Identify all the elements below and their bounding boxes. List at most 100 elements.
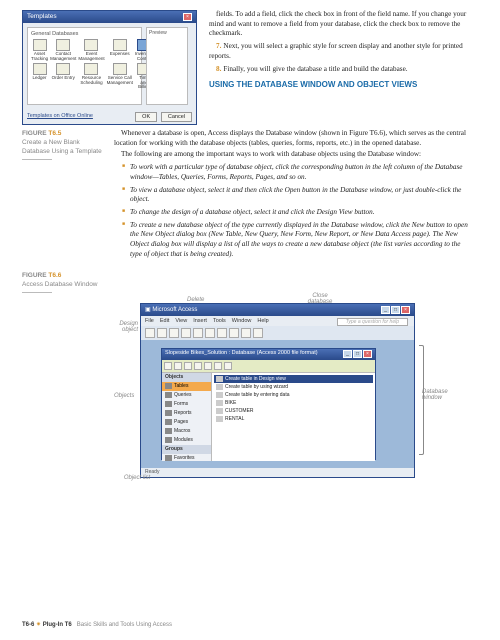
db-toolbar: [162, 360, 375, 373]
module-icon: [165, 437, 172, 443]
page-icon: [165, 419, 172, 425]
db-titlebar: Slopeside Bikes_Solution : Database (Acc…: [162, 349, 375, 360]
toolbar-icon[interactable]: [145, 328, 155, 338]
design-icon[interactable]: [174, 362, 182, 370]
callout-db-window: Database window: [422, 389, 462, 401]
groups-header: Groups: [162, 445, 211, 454]
objects-header: Objects: [162, 373, 211, 382]
minimize-icon[interactable]: _: [381, 306, 390, 314]
list-item[interactable]: CUSTOMER: [214, 407, 373, 415]
ok-button[interactable]: OK: [135, 112, 157, 122]
templates-title-text: Templates: [27, 13, 57, 21]
callout-objects: Objects: [114, 393, 134, 399]
access-app-window: ▣ Microsoft Access _ □ × File Edit View …: [140, 303, 415, 478]
close-icon[interactable]: ×: [401, 306, 410, 314]
toolbar-icon[interactable]: [217, 328, 227, 338]
group-favorites[interactable]: Favorites: [162, 454, 211, 463]
menu-item[interactable]: View: [175, 318, 187, 324]
template-item[interactable]: Contact Management: [50, 39, 76, 61]
list-item[interactable]: Create table by using wizard: [214, 383, 373, 391]
toolbar: [141, 326, 414, 340]
view-icon[interactable]: [204, 362, 212, 370]
access-icon: ▣: [145, 307, 151, 313]
templates-titlebar: Templates ×: [23, 11, 196, 23]
window-buttons: ×: [183, 13, 192, 21]
toolbar-icon[interactable]: [253, 328, 263, 338]
template-item[interactable]: Service Call Management: [107, 63, 133, 90]
list-item[interactable]: BIKE: [214, 399, 373, 407]
star-icon: ✷: [36, 622, 43, 628]
wizard-icon: [216, 384, 223, 390]
toolbar-icon[interactable]: [241, 328, 251, 338]
cancel-button[interactable]: Cancel: [161, 112, 192, 122]
help-search-input[interactable]: Type a question for help: [337, 318, 408, 326]
toolbar-icon[interactable]: [205, 328, 215, 338]
templates-icon-grid: Asset Tracking Contact Management Event …: [31, 39, 138, 90]
menu-item[interactable]: Tools: [213, 318, 226, 324]
figure-label-t66: FIGURE T6.6 Access Database Window: [22, 271, 102, 293]
template-item[interactable]: Ledger: [31, 63, 48, 90]
template-item[interactable]: Order Entry: [50, 63, 76, 90]
brace-icon: [419, 345, 424, 455]
menu-item[interactable]: Window: [232, 318, 252, 324]
database-window: Slopeside Bikes_Solution : Database (Acc…: [161, 348, 376, 460]
template-item[interactable]: Asset Tracking: [31, 39, 48, 61]
toolbar-icon[interactable]: [181, 328, 191, 338]
list-item[interactable]: Create table by entering data: [214, 391, 373, 399]
close-icon[interactable]: ×: [363, 350, 372, 358]
templates-tabs[interactable]: General Databases: [31, 31, 138, 37]
callout-close-db: Close database: [300, 293, 340, 305]
object-tab-macros[interactable]: Macros: [162, 427, 211, 436]
section-heading: USING THE DATABASE WINDOW AND OBJECT VIE…: [209, 80, 470, 90]
macro-icon: [165, 428, 172, 434]
object-tab-reports[interactable]: Reports: [162, 409, 211, 418]
paragraph: Whenever a database is open, Access disp…: [114, 129, 470, 148]
view-icon[interactable]: [214, 362, 222, 370]
body-text-right: fields. To add a field, click the check …: [209, 10, 470, 125]
maximize-icon[interactable]: □: [391, 306, 400, 314]
list-item[interactable]: Create table in Design view: [214, 375, 373, 383]
query-icon: [165, 392, 172, 398]
objects-panel: Objects Tables Queries Forms Reports Pag…: [162, 373, 212, 461]
close-icon[interactable]: ×: [183, 13, 192, 21]
object-tab-pages[interactable]: Pages: [162, 418, 211, 427]
menu-item[interactable]: Insert: [193, 318, 207, 324]
minimize-icon[interactable]: _: [343, 350, 352, 358]
delete-icon[interactable]: [194, 362, 202, 370]
toolbar-icon[interactable]: [169, 328, 179, 338]
object-tab-tables[interactable]: Tables: [162, 382, 211, 391]
toolbar-icon[interactable]: [193, 328, 203, 338]
table-icon: [216, 408, 223, 414]
toolbar-icon[interactable]: [157, 328, 167, 338]
menu-item[interactable]: Help: [257, 318, 268, 324]
bullet-item: To view a database object, select it and…: [122, 186, 470, 205]
preview-label: Preview: [149, 30, 167, 36]
toolbar-icon[interactable]: [229, 328, 239, 338]
preview-pane: Preview: [146, 27, 188, 105]
menu-bar: File Edit View Insert Tools Window Help …: [141, 316, 414, 326]
callout-object-list: Object list: [122, 475, 152, 481]
footer-text: Basic Skills and Tools Using Access: [77, 622, 172, 628]
template-item[interactable]: Resource Scheduling: [78, 63, 104, 90]
status-bar: Ready: [141, 468, 414, 477]
folder-icon: [165, 455, 172, 461]
object-tab-forms[interactable]: Forms: [162, 400, 211, 409]
menu-item[interactable]: Edit: [160, 318, 169, 324]
view-icon[interactable]: [224, 362, 232, 370]
page-footer: T6-6 ✷ Plug-In T6 Basic Skills and Tools…: [22, 621, 172, 628]
template-item[interactable]: Event Management: [78, 39, 104, 61]
new-icon[interactable]: [184, 362, 192, 370]
office-online-link[interactable]: Templates on Office Online: [27, 113, 93, 119]
list-item[interactable]: RENTAL: [214, 415, 373, 423]
maximize-icon[interactable]: □: [353, 350, 362, 358]
page-number: T6-6: [22, 622, 34, 628]
paragraph: fields. To add a field, click the check …: [209, 10, 470, 39]
template-item[interactable]: Expenses: [107, 39, 133, 61]
open-icon[interactable]: [164, 362, 172, 370]
callout-delete: Delete: [187, 297, 204, 303]
menu-item[interactable]: File: [145, 318, 154, 324]
object-tab-queries[interactable]: Queries: [162, 391, 211, 400]
object-tab-modules[interactable]: Modules: [162, 436, 211, 445]
bullet-list: To work with a particular type of databa…: [114, 163, 470, 259]
bullet-item: To create a new database object of the t…: [122, 221, 470, 260]
